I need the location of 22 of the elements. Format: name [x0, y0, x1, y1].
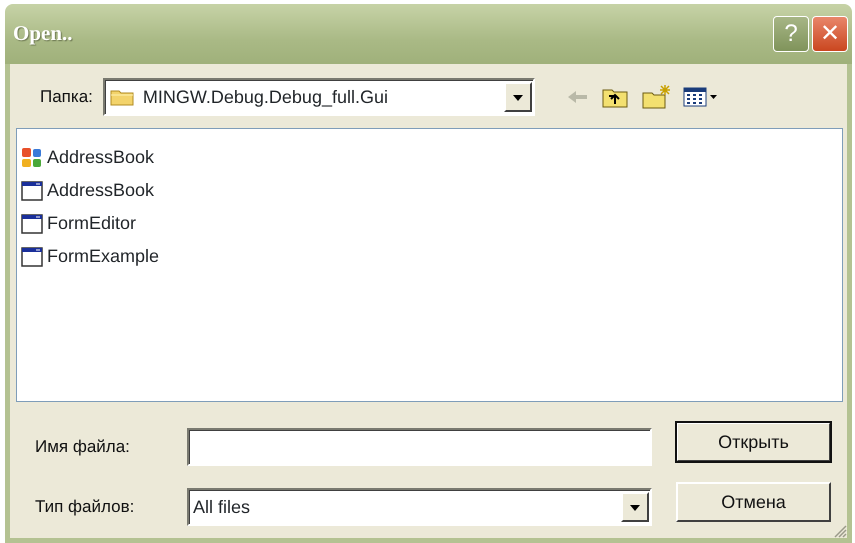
- file-item[interactable]: FormEditor: [21, 207, 842, 240]
- view-menu-icon[interactable]: [682, 86, 719, 108]
- open-button[interactable]: Открыть: [676, 422, 831, 462]
- project-icon: [21, 146, 43, 168]
- resize-grip-icon: [833, 524, 847, 538]
- file-name-field[interactable]: [187, 428, 652, 466]
- folder-label: Папка:: [40, 86, 93, 108]
- folder-value: MINGW.Debug.Debug_full.Gui: [142, 86, 389, 109]
- window-icon: [21, 180, 43, 202]
- window-icon: [21, 246, 43, 268]
- folder-dropdown[interactable]: MINGW.Debug.Debug_full.Gui: [102, 78, 535, 116]
- file-item[interactable]: AddressBook: [21, 141, 842, 174]
- file-type-label: Тип файлов:: [35, 496, 134, 518]
- file-type-dropdown[interactable]: All files: [187, 488, 652, 526]
- window-title: Open..: [13, 20, 74, 48]
- file-item[interactable]: AddressBook: [21, 174, 842, 207]
- new-folder-icon[interactable]: [640, 84, 671, 110]
- file-type-value: All files: [193, 496, 252, 518]
- cancel-button[interactable]: Отмена: [676, 482, 831, 522]
- window-icon: [21, 212, 43, 234]
- file-item[interactable]: FormExample: [21, 240, 842, 273]
- file-name-label: Имя файла:: [35, 436, 130, 458]
